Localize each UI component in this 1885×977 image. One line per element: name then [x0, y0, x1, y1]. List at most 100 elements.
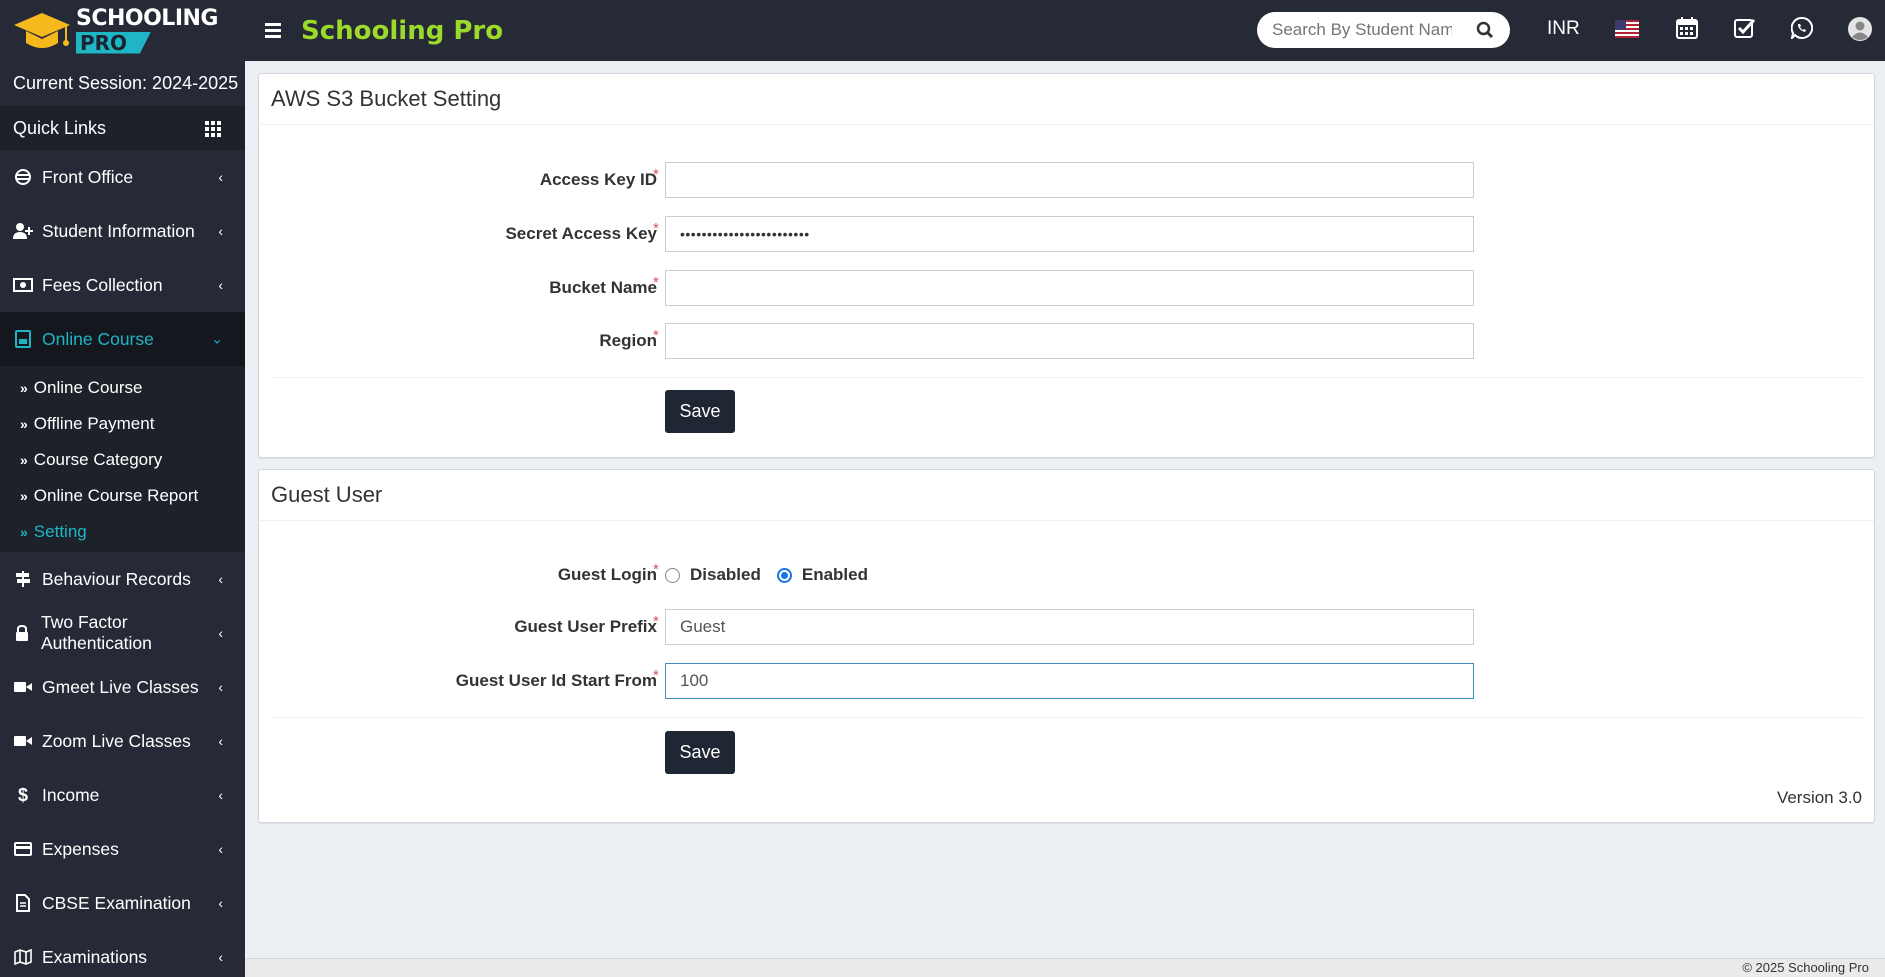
chevron-left-icon: ‹ [218, 679, 223, 695]
secret-key-input[interactable]: •••••••••••••••••••••••• [665, 216, 1474, 252]
video-icon [12, 732, 34, 750]
access-key-row: Access Key ID * [259, 162, 1874, 198]
submenu-item-label: Online Course Report [33, 486, 199, 505]
search-icon[interactable] [1476, 21, 1494, 39]
submenu-item-online-course-report[interactable]: » Online Course Report [0, 478, 245, 514]
submenu-item-setting[interactable]: » Setting [0, 514, 245, 550]
quick-links[interactable]: Quick Links [0, 106, 245, 150]
calendar-icon[interactable] [1676, 17, 1698, 39]
guest-start-input[interactable]: 100 [665, 663, 1474, 699]
double-chevron-icon: » [20, 488, 28, 504]
map-icon [12, 948, 34, 966]
currency-selector[interactable]: INR [1547, 18, 1580, 40]
required-mark: * [653, 166, 659, 183]
chevron-left-icon: ‹ [218, 223, 223, 239]
current-session: Current Session: 2024-2025 [13, 73, 239, 93]
sidebar-item-behaviour-records[interactable]: Behaviour Records ‹ [0, 552, 245, 606]
double-chevron-icon: » [20, 524, 28, 540]
sidebar-item-two-factor-authentication[interactable]: Two Factor Authentication ‹ [0, 606, 245, 660]
sidebar-item-label: Front Office [42, 166, 134, 187]
region-input[interactable] [665, 323, 1474, 359]
sidebar-item-online-course[interactable]: Online Course ⌄ [0, 312, 245, 366]
guest-prefix-input[interactable]: Guest [665, 609, 1474, 645]
sidebar-item-label: CBSE Examination [42, 892, 191, 913]
guest-start-label: Guest User Id Start From [455, 671, 657, 690]
box-title: Guest User [259, 470, 1874, 521]
region-label: Region [599, 331, 657, 350]
chevron-left-icon: ‹ [218, 277, 223, 293]
sidebar-item-label: Fees Collection [42, 274, 163, 295]
radio-enabled[interactable] [776, 567, 792, 583]
submenu-item-course-category[interactable]: » Course Category [0, 442, 245, 478]
required-mark: * [653, 613, 659, 630]
bucket-name-label: Bucket Name [549, 278, 657, 297]
guest-login-radio-group: Disabled Enabled [665, 557, 868, 593]
aws-s3-settings-box: AWS S3 Bucket Setting Access Key ID * Se… [258, 73, 1875, 458]
user-avatar-icon[interactable] [1848, 17, 1872, 41]
money-icon [12, 276, 34, 294]
submenu-item-label: Online Course [33, 378, 143, 397]
radio-disabled[interactable] [665, 567, 680, 583]
required-mark: * [653, 667, 659, 684]
bucket-name-input[interactable] [665, 270, 1474, 306]
top-header: Schooling Pro INR [245, 0, 1885, 61]
chevron-left-icon: ‹ [218, 787, 223, 803]
chevron-left-icon: ‹ [218, 571, 223, 587]
chevron-left-icon: ‹ [218, 733, 223, 749]
chevron-down-icon: ⌄ [211, 330, 223, 347]
graduation-cap-icon [14, 12, 70, 48]
chevron-left-icon: ‹ [218, 895, 223, 911]
guest-start-row: Guest User Id Start From * 100 [259, 663, 1874, 699]
double-chevron-icon: » [20, 452, 28, 468]
bucket-name-row: Bucket Name * [259, 270, 1874, 306]
hamburger-menu-icon[interactable] [265, 23, 281, 38]
required-mark: * [653, 220, 659, 237]
double-chevron-icon: » [20, 380, 28, 396]
sidebar-item-zoom-live-classes[interactable]: Zoom Live Classes ‹ [0, 714, 245, 768]
chevron-left-icon: ‹ [218, 841, 223, 857]
sidebar: SCHOOLING PRO Current Session: 2024-2025… [0, 0, 245, 977]
submenu-item-offline-payment[interactable]: » Offline Payment [0, 406, 245, 442]
grid-icon[interactable] [205, 121, 221, 137]
submenu-item-label: Setting [33, 522, 87, 541]
footer: © 2025 Schooling Pro [245, 958, 1885, 977]
signpost-icon [12, 570, 34, 588]
sidebar-item-income[interactable]: $ Income ‹ [0, 768, 245, 822]
document-icon [12, 894, 34, 912]
divider [271, 717, 1862, 718]
sidebar-item-expenses[interactable]: Expenses ‹ [0, 822, 245, 876]
sidebar-item-student-information[interactable]: Student Information ‹ [0, 204, 245, 258]
sidebar-item-label: Zoom Live Classes [42, 730, 191, 751]
online-course-submenu: » Online Course » Offline Payment » Course … [0, 366, 245, 552]
sidebar-item-cbse-examination[interactable]: CBSE Examination ‹ [0, 876, 245, 930]
chevron-left-icon: ‹ [218, 949, 223, 965]
sidebar-item-fees-collection[interactable]: Fees Collection ‹ [0, 258, 245, 312]
required-mark: * [653, 274, 659, 291]
us-flag-icon[interactable] [1615, 20, 1639, 38]
logo[interactable]: SCHOOLING PRO [0, 0, 245, 61]
secret-key-label: Secret Access Key [505, 224, 657, 243]
aws-save-button[interactable]: Save [665, 390, 735, 433]
box-title: AWS S3 Bucket Setting [259, 74, 1874, 125]
student-search-input[interactable] [1272, 20, 1452, 40]
radio-enabled-label[interactable]: Enabled [802, 565, 868, 585]
access-key-input[interactable] [665, 162, 1474, 198]
task-check-icon[interactable] [1734, 17, 1756, 39]
search-box[interactable] [1257, 12, 1510, 48]
logo-line2: PRO [76, 31, 152, 54]
guest-save-button[interactable]: Save [665, 731, 735, 774]
radio-disabled-label[interactable]: Disabled [690, 565, 761, 585]
guest-user-box: Guest User Guest Login * Disabled Enable… [258, 469, 1875, 823]
front-office-icon [12, 168, 34, 186]
sidebar-item-front-office[interactable]: Front Office ‹ [0, 150, 245, 204]
sidebar-item-gmeet-live-classes[interactable]: Gmeet Live Classes ‹ [0, 660, 245, 714]
submenu-item-online-course[interactable]: » Online Course [0, 370, 245, 406]
whatsapp-icon[interactable] [1791, 17, 1813, 39]
guest-login-row: Guest Login * Disabled Enabled [259, 557, 1874, 593]
credit-card-icon [12, 840, 34, 858]
main-content: AWS S3 Bucket Setting Access Key ID * Se… [245, 61, 1885, 958]
sidebar-item-examinations[interactable]: Examinations ‹ [0, 930, 245, 977]
required-mark: * [653, 327, 659, 344]
divider [271, 377, 1862, 378]
user-plus-icon [12, 222, 34, 240]
